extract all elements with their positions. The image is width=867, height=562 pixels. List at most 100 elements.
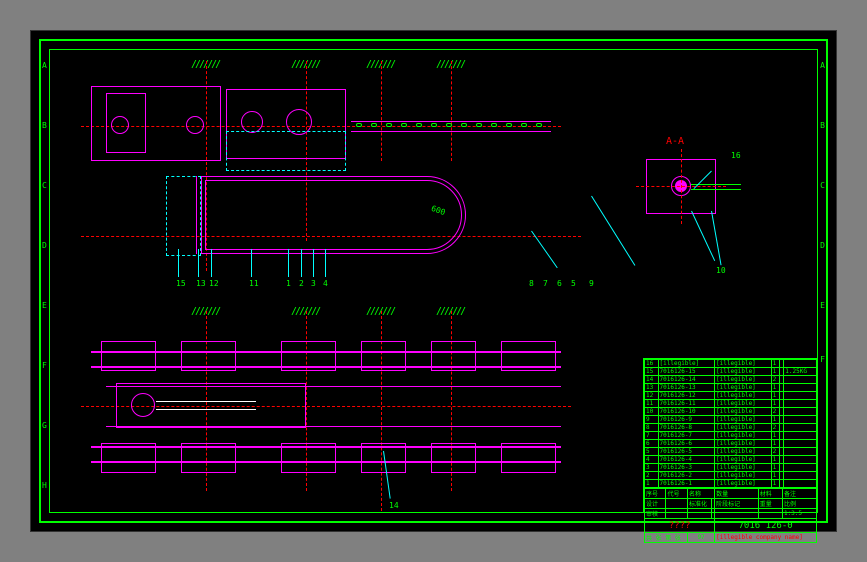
leader-line — [325, 249, 326, 277]
leader-line — [211, 249, 212, 277]
tf: 比例 — [782, 499, 816, 509]
tf — [758, 509, 782, 519]
bom-cell: 6 — [645, 440, 659, 448]
bom-cell: 1 — [771, 480, 780, 488]
section-label: A-A — [666, 136, 684, 147]
bom-cell: [illegible] — [715, 464, 772, 472]
bom-cell — [784, 456, 817, 464]
bom-cell: [illegible] — [715, 376, 772, 384]
carriage — [281, 443, 336, 473]
bom-cell: [illegible] — [715, 480, 772, 488]
bom-cell: 8 — [645, 424, 659, 432]
ground-hatch: /////// — [291, 306, 331, 317]
balloon: 2 — [299, 279, 304, 288]
zone-row: A — [42, 61, 47, 70]
pivot — [131, 393, 155, 417]
hidden-outline — [226, 131, 346, 171]
bom-cell: 7016126-4 — [658, 456, 715, 464]
bom-cell: 1 — [771, 400, 780, 408]
centerline — [636, 186, 726, 187]
carriage — [181, 443, 236, 473]
link-arm — [156, 409, 256, 410]
bore — [186, 116, 204, 134]
tf: 设计 — [645, 499, 666, 509]
leader-line — [313, 249, 314, 277]
bom-cell: [illegible] — [715, 384, 772, 392]
drawing-canvas[interactable]: A B C D E F G H A B C D E F /////// ////… — [30, 30, 837, 532]
balloon: 16 — [731, 151, 741, 160]
bom-cell: [illegible] — [715, 456, 772, 464]
bom-cell: 15 — [645, 368, 659, 376]
chain-link — [431, 123, 437, 127]
balloon: 1 — [286, 279, 291, 288]
bom-cell: 2 — [771, 424, 780, 432]
bom-cell — [784, 416, 817, 424]
ground-hatch: /////// — [191, 306, 231, 317]
zone-row: B — [820, 121, 825, 130]
chain-link — [386, 123, 392, 127]
balloon: 15 — [176, 279, 186, 288]
hidden-block — [166, 176, 201, 256]
zone-row: A — [820, 61, 825, 70]
bom-cell — [784, 408, 817, 416]
bom-cell: 7016126-14 — [658, 376, 715, 384]
bom-cell: [illegible] — [715, 360, 772, 368]
bom-cell: 7016126-1 — [658, 480, 715, 488]
zone-row: C — [42, 181, 47, 190]
leader-line — [301, 249, 302, 277]
bom-cell: 1 — [645, 480, 659, 488]
bom-cell: 7 — [645, 432, 659, 440]
bom-cell: 5 — [645, 448, 659, 456]
bom-cell: 14 — [645, 376, 659, 384]
bom-cell: [illegible] — [658, 360, 715, 368]
tf: 共 张 第 张 — [645, 533, 688, 543]
bom-cell: [illegible] — [715, 440, 772, 448]
bom-hdr: 序号 — [645, 489, 666, 499]
bom-cell: 2 — [771, 448, 780, 456]
tf: 审核 — [645, 509, 666, 519]
bom-cell — [784, 480, 817, 488]
chain-link — [536, 123, 542, 127]
leader-line — [178, 249, 179, 277]
bom-cell: [illegible] — [715, 416, 772, 424]
bom-table: 16[illegible][illegible]1157016126-15[il… — [644, 359, 817, 488]
balloon: 13 — [196, 279, 206, 288]
link-arm — [156, 401, 256, 402]
carriage — [361, 341, 406, 371]
bom-cell: 7016126-2 — [658, 472, 715, 480]
bom-cell: 12 — [645, 392, 659, 400]
balloon: 9 — [589, 279, 594, 288]
ground-hatch: /////// — [191, 59, 231, 70]
carriage — [431, 341, 476, 371]
chain-rail — [351, 131, 551, 132]
bom-cell: 1 — [771, 416, 780, 424]
chain-link — [356, 123, 362, 127]
bom-cell: 3 — [645, 464, 659, 472]
bom-cell: 7016126-3 — [658, 464, 715, 472]
bom-cell: 7016126-9 — [658, 416, 715, 424]
ground-hatch: /////// — [366, 59, 406, 70]
chain-rail — [351, 121, 551, 122]
bom-cell: 1 — [771, 360, 780, 368]
bom-cell: 7016126-5 — [658, 448, 715, 456]
tf: 标准化 — [687, 499, 711, 509]
tf: 重量 — [758, 499, 782, 509]
leader-line — [288, 249, 289, 277]
zone-row: H — [42, 481, 47, 490]
bom-cell: 7016126-15 — [658, 368, 715, 376]
chain-link — [371, 123, 377, 127]
drawing-number: 7016 126-0 — [715, 519, 817, 533]
bom-cell: 1.25KG — [784, 368, 817, 376]
gear — [241, 111, 263, 133]
balloon: 12 — [209, 279, 219, 288]
bom-cell — [784, 432, 817, 440]
bom-cell: [illegible] — [715, 424, 772, 432]
company-name: [illegible company name] — [715, 533, 817, 543]
chain-link — [506, 123, 512, 127]
chain-link — [476, 123, 482, 127]
bom-cell: 10 — [645, 408, 659, 416]
carriage — [501, 341, 556, 371]
bom-cell: 7016126-13 — [658, 384, 715, 392]
bom-cell: 2 — [645, 472, 659, 480]
bom-cell: 4 — [645, 456, 659, 464]
